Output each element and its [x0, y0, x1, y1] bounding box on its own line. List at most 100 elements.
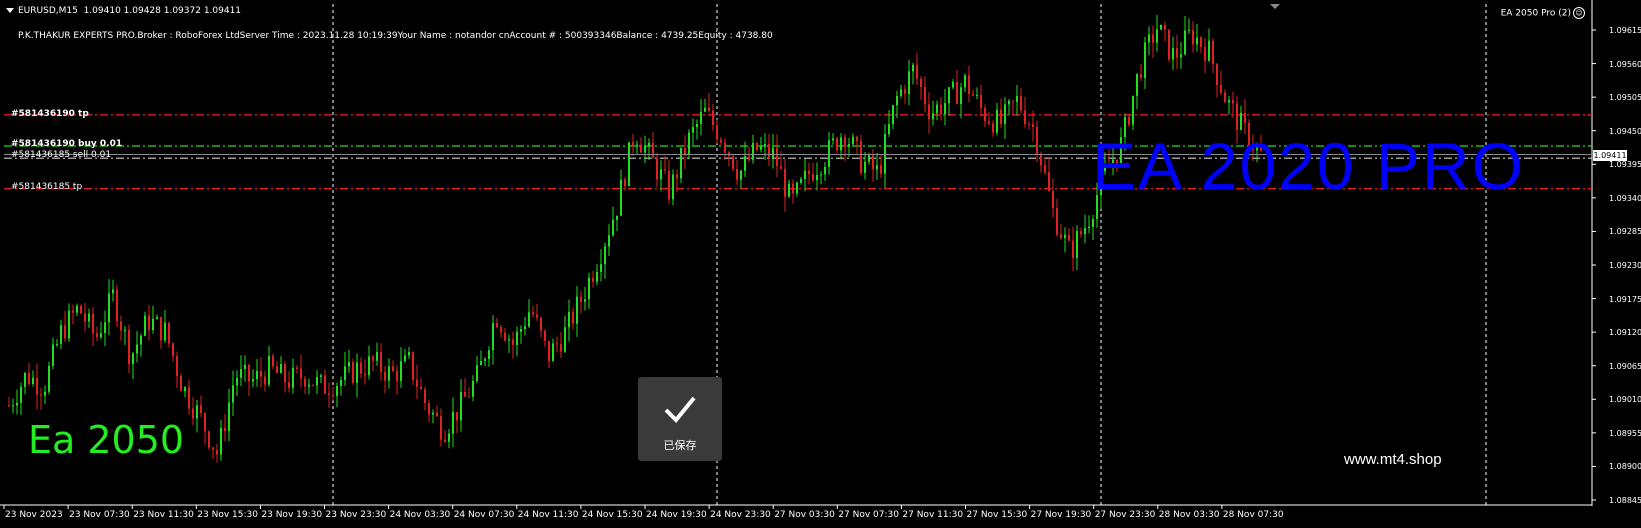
- candle: [572, 307, 574, 330]
- candle: [412, 351, 414, 386]
- candle: [520, 325, 522, 344]
- ea-badge[interactable]: EA 2050 Pro (2) ☺: [1501, 7, 1585, 20]
- time-tick-label: 28 Nov 07:30: [1222, 510, 1284, 520]
- time-tick-label: 23 Nov 07:30: [69, 510, 130, 520]
- price-tick-label: 1.09560: [1609, 59, 1641, 69]
- candle: [72, 304, 74, 325]
- candle: [324, 369, 326, 395]
- candle: [1080, 227, 1082, 238]
- candle: [808, 162, 810, 185]
- candle: [1196, 23, 1198, 52]
- candle: [268, 345, 270, 387]
- price-tick-label: 1.09395: [1609, 160, 1641, 170]
- candle: [636, 140, 638, 154]
- candle: [920, 76, 922, 100]
- chart-window[interactable]: EURUSD,M15 1.09410 1.09428 1.09372 1.094…: [0, 0, 1641, 528]
- candle: [132, 352, 134, 380]
- candle: [1144, 36, 1146, 89]
- dropdown-triangle-icon[interactable]: [6, 8, 14, 13]
- time-tick-label: 23 Nov 2023: [5, 510, 63, 520]
- candle: [32, 370, 34, 387]
- candle: [828, 131, 830, 175]
- candle: [1092, 215, 1094, 241]
- price-tick-label: 1.09120: [1609, 328, 1641, 338]
- time-tick-label: 23 Nov 23:30: [325, 510, 387, 520]
- candle: [332, 386, 334, 401]
- top-marker: [1270, 4, 1280, 9]
- candle: [236, 370, 238, 397]
- candle: [204, 411, 206, 445]
- price-tick-label: 1.09615: [1609, 26, 1641, 35]
- candle: [768, 133, 770, 167]
- time-tick-label: 23 Nov 15:30: [197, 510, 258, 520]
- price-chart[interactable]: [0, 0, 1641, 528]
- candle: [912, 62, 914, 85]
- candle: [712, 104, 714, 131]
- candle: [588, 272, 590, 309]
- candle: [1188, 18, 1190, 34]
- price-tick-label: 1.09285: [1609, 227, 1641, 237]
- candle: [184, 386, 186, 398]
- candle: [232, 370, 234, 417]
- candle: [288, 371, 290, 393]
- candle: [696, 119, 698, 140]
- candle: [732, 154, 734, 172]
- candle: [836, 136, 838, 154]
- candle: [144, 311, 146, 337]
- candle: [660, 160, 662, 192]
- candle: [16, 389, 18, 415]
- candle: [1044, 157, 1046, 176]
- candle: [1060, 223, 1062, 240]
- candle: [504, 327, 506, 343]
- candle: [392, 360, 394, 373]
- candle: [908, 59, 910, 106]
- candle: [928, 92, 930, 134]
- candle: [336, 382, 338, 408]
- candle: [940, 97, 942, 121]
- candle: [300, 354, 302, 388]
- candle: [64, 311, 66, 342]
- candle: [156, 314, 158, 320]
- candle: [448, 429, 450, 449]
- candle: [892, 104, 894, 130]
- candle: [960, 82, 962, 119]
- candle: [196, 400, 198, 433]
- candle: [1200, 36, 1202, 54]
- candle: [760, 136, 762, 153]
- candle: [544, 329, 546, 347]
- candle: [220, 419, 222, 461]
- candle: [628, 142, 630, 187]
- candle: [1128, 113, 1130, 128]
- candle: [932, 100, 934, 126]
- candle: [276, 361, 278, 374]
- candle: [56, 338, 58, 347]
- candle: [460, 379, 462, 432]
- candle: [956, 69, 958, 105]
- candle: [1220, 70, 1222, 95]
- candle: [1240, 105, 1242, 131]
- candle: [164, 309, 166, 343]
- candle: [96, 326, 98, 342]
- candle: [8, 396, 10, 408]
- candle: [420, 378, 422, 390]
- time-tick-label: 27 Nov 19:30: [1030, 510, 1092, 520]
- candle: [312, 384, 314, 387]
- candle: [632, 133, 634, 156]
- candle: [784, 159, 786, 212]
- candle: [996, 102, 998, 136]
- candle: [672, 169, 674, 206]
- candle: [984, 104, 986, 127]
- candle: [200, 395, 202, 418]
- time-tick-label: 27 Nov 07:30: [838, 510, 899, 520]
- candle: [936, 100, 938, 121]
- candle: [388, 358, 390, 389]
- candle: [1088, 215, 1090, 234]
- time-tick-label: 24 Nov 03:30: [389, 510, 451, 520]
- candle: [1048, 157, 1050, 193]
- candle: [76, 303, 78, 317]
- candle: [616, 215, 618, 232]
- candle: [776, 134, 778, 178]
- candle: [140, 333, 142, 357]
- candle: [124, 325, 126, 345]
- candle: [1156, 15, 1158, 52]
